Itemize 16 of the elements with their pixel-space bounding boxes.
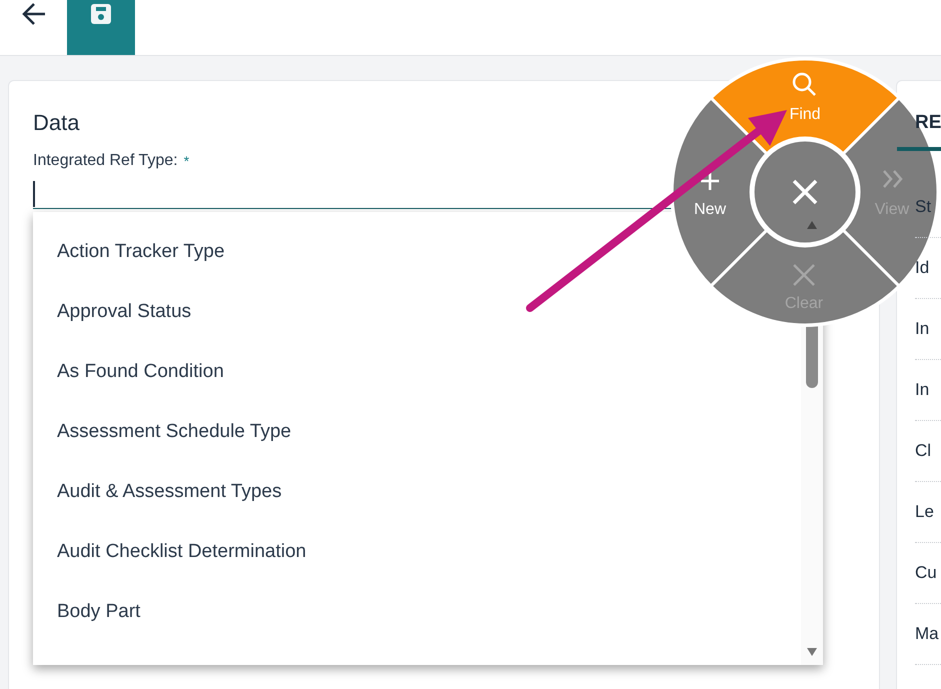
field-row-label: Ma (915, 604, 941, 665)
field-row-label: Le (915, 482, 941, 543)
field-row-label: In (915, 299, 941, 360)
dropdown-option[interactable]: Approval Status (33, 282, 208, 342)
dropdown-option[interactable]: Audit & Assessment Types (33, 462, 298, 522)
field-row-label: In (915, 360, 941, 421)
field-row-label: Cu (915, 543, 941, 604)
dropdown-option[interactable]: Body Part (33, 582, 156, 642)
field-row-label: Cl (915, 421, 941, 482)
dropdown-option[interactable]: Action Tracker Type (33, 222, 241, 282)
dropdown-option[interactable]: As Found Condition (33, 342, 240, 402)
field-label: Integrated Ref Type: (33, 151, 178, 171)
section-title: Data (33, 109, 80, 137)
dropdown-option[interactable]: Assessment Schedule Type (33, 402, 308, 462)
required-mark: * (184, 152, 190, 170)
dropdown-option[interactable]: Audit Checklist Determination (33, 522, 322, 582)
